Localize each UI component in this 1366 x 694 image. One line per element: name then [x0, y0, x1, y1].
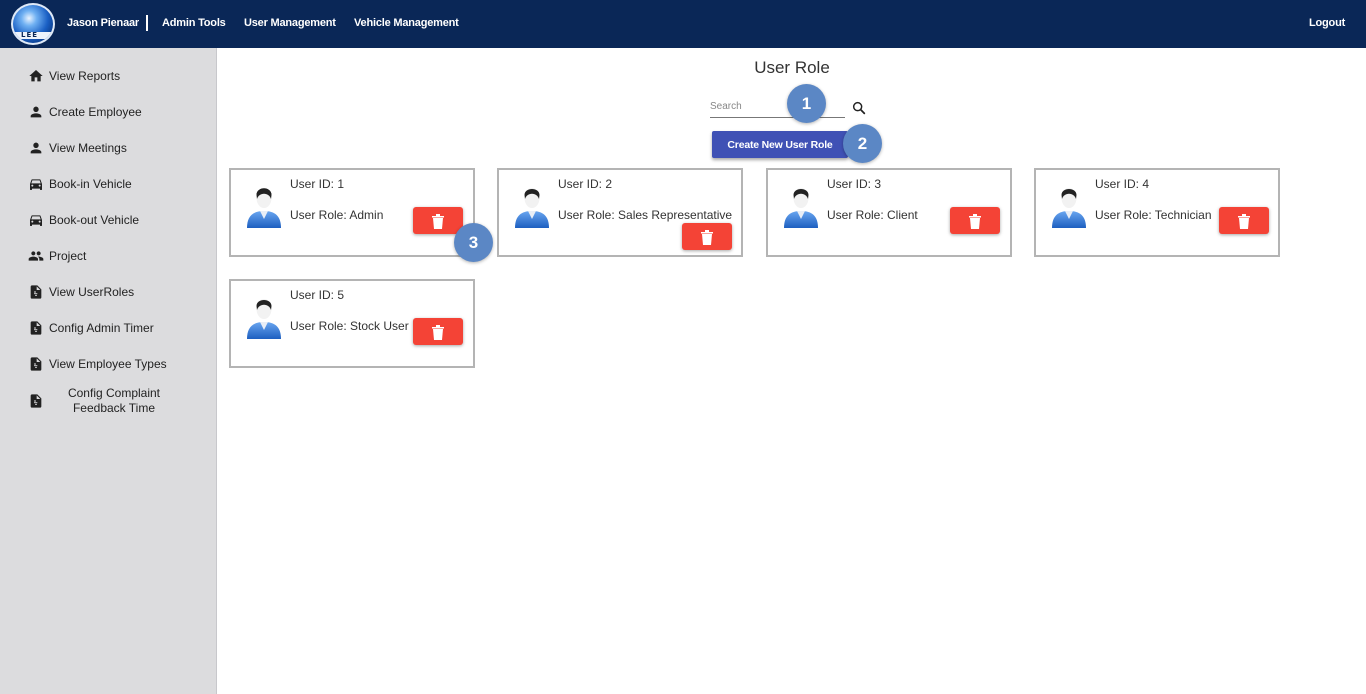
user-id-label: User ID: 5	[290, 288, 345, 302]
page-title: User Role	[754, 58, 830, 77]
sidebar-item-label: View UserRoles	[49, 285, 135, 299]
trash-icon	[432, 213, 444, 229]
sidebar: View Reports Create Employee View Meetin…	[0, 48, 217, 694]
delete-button[interactable]	[682, 223, 732, 250]
person-icon	[30, 106, 42, 118]
user-avatar-icon	[784, 188, 818, 228]
user-role-card: User ID: 1 User Role: Admin	[229, 168, 475, 257]
sidebar-item-book-in-vehicle[interactable]: Book-in Vehicle	[28, 174, 132, 194]
company-logo[interactable]: LEE	[11, 3, 55, 45]
sidebar-item-label: Project	[49, 249, 87, 263]
document-icon	[30, 394, 42, 408]
annotation-marker-2: 2	[843, 124, 882, 163]
user-role-card: User ID: 4 User Role: Technician	[1034, 168, 1280, 257]
document-icon	[30, 321, 42, 335]
user-role-label: User Role: Sales Representative	[558, 208, 733, 222]
trash-icon	[432, 324, 444, 340]
user-id-label: User ID: 4	[1095, 177, 1150, 191]
delete-button[interactable]	[413, 207, 463, 234]
user-role-card: User ID: 3 User Role: Client	[766, 168, 1012, 257]
search-icon[interactable]	[851, 100, 867, 116]
sidebar-item-label: Book-out Vehicle	[49, 213, 140, 227]
annotation-marker-1: 1	[787, 84, 826, 123]
trash-icon	[701, 229, 713, 245]
user-role-label: User Role: Stock User	[290, 319, 409, 333]
people-icon	[28, 251, 44, 261]
home-icon	[29, 70, 43, 82]
sidebar-item-label: Config Complaint Feedback Time	[67, 386, 161, 415]
sidebar-item-book-out-vehicle[interactable]: Book-out Vehicle	[28, 210, 139, 230]
user-role-card: User ID: 5 User Role: Stock User	[229, 279, 475, 368]
person-icon	[30, 142, 42, 154]
user-id-label: User ID: 3	[827, 177, 882, 191]
car-icon	[30, 215, 42, 226]
car-icon	[30, 179, 42, 190]
sidebar-item-config-admin-timer[interactable]: Config Admin Timer	[28, 318, 154, 338]
user-avatar-icon	[515, 188, 549, 228]
sidebar-item-config-complaint-feedback-time[interactable]: Config Complaint Feedback Time	[28, 385, 179, 417]
sidebar-item-project[interactable]: Project	[28, 246, 86, 266]
delete-button[interactable]	[950, 207, 1000, 234]
sidebar-item-view-userroles[interactable]: View UserRoles	[28, 282, 134, 302]
sidebar-item-view-employee-types[interactable]: View Employee Types	[28, 354, 167, 374]
sidebar-item-view-meetings[interactable]: View Meetings	[28, 138, 127, 158]
user-avatar-icon	[247, 188, 281, 228]
top-navbar: LEE Jason Pienaar Admin Tools User Manag…	[0, 0, 1366, 48]
sidebar-item-create-employee[interactable]: Create Employee	[28, 102, 142, 122]
user-id-label: User ID: 1	[290, 177, 345, 191]
user-role-label: User Role: Admin	[290, 208, 384, 222]
sidebar-item-label: View Employee Types	[49, 357, 167, 371]
logout-link[interactable]: Logout	[1309, 17, 1345, 29]
nav-admin-tools[interactable]: Admin Tools	[162, 17, 226, 29]
user-avatar-icon	[247, 299, 281, 339]
user-role-label: User Role: Client	[827, 208, 918, 222]
nav-user-management[interactable]: User Management	[244, 17, 336, 29]
user-role-label: User Role: Technician	[1095, 208, 1212, 222]
user-name: Jason Pienaar	[67, 17, 139, 29]
sidebar-item-label: Create Employee	[49, 105, 142, 119]
nav-divider	[146, 15, 148, 31]
document-icon	[30, 357, 42, 371]
trash-icon	[969, 213, 981, 229]
sidebar-item-label: View Meetings	[49, 141, 127, 155]
delete-button[interactable]	[413, 318, 463, 345]
sidebar-item-label: Book-in Vehicle	[49, 177, 132, 191]
user-avatar-icon	[1052, 188, 1086, 228]
create-new-user-role-button[interactable]: Create New User Role	[712, 131, 848, 158]
nav-vehicle-management[interactable]: Vehicle Management	[354, 17, 459, 29]
logo-text: LEE	[21, 31, 39, 39]
document-icon	[30, 285, 42, 299]
user-id-label: User ID: 2	[558, 177, 613, 191]
sidebar-item-view-reports[interactable]: View Reports	[28, 66, 120, 86]
annotation-marker-3: 3	[454, 223, 493, 262]
trash-icon	[1238, 213, 1250, 229]
sidebar-item-label: Config Admin Timer	[49, 321, 154, 335]
delete-button[interactable]	[1219, 207, 1269, 234]
sidebar-item-label: View Reports	[49, 69, 121, 83]
user-role-card: User ID: 2 User Role: Sales Representati…	[497, 168, 743, 257]
